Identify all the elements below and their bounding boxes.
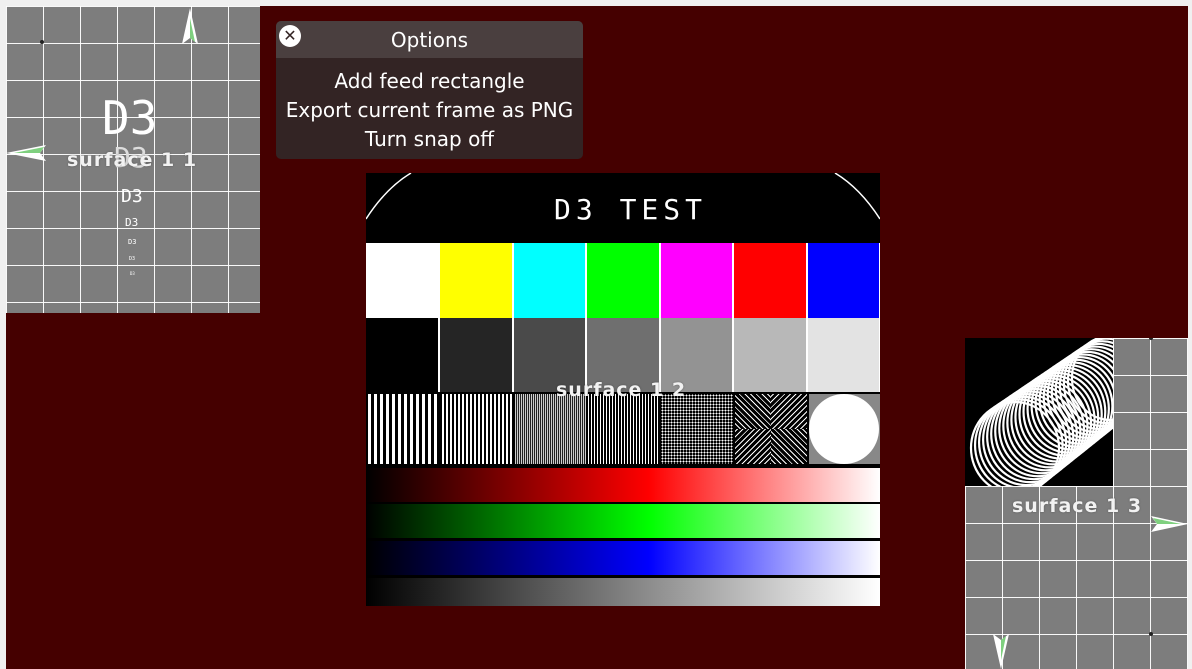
d3-text: D3 [129,256,136,262]
spiral-pattern [969,338,1113,486]
corner-handle[interactable] [1149,632,1153,636]
corner-handle[interactable] [40,40,44,44]
colour-bar [366,243,439,318]
grey-bar [366,318,439,392]
options-menu-header: ✕ Options [276,21,583,58]
stripe-medium [442,394,513,464]
red-ramp [366,468,880,502]
green-ramp [366,504,880,538]
d3-text: D3 [121,186,143,207]
stripe-fine [515,394,586,464]
surface-label: surface 1 2 [556,379,687,401]
menu-item-add-feed-rectangle[interactable]: Add feed rectangle [276,69,583,93]
surface-label: surface 1 1 [67,149,198,171]
stripe-coarse [368,394,440,464]
blue-ramp [366,541,880,575]
spiral-feed [965,338,1113,486]
menu-item-export-png[interactable]: Export current frame as PNG [276,98,583,122]
colour-bar [587,243,659,318]
white-circle [809,394,879,464]
colour-bar [660,243,733,318]
colour-bar [807,243,879,318]
colour-bars [366,243,880,318]
colour-bar [513,243,586,318]
grey-bar [807,318,879,392]
d3-text: D3 [130,271,135,276]
pattern-row [366,392,880,466]
grey-bar [440,318,512,392]
colour-bar [440,243,512,318]
d3-text-large: D3 [102,91,158,145]
d3-text-stack: D3 D3 D3 D3 D3 D3 D3 [94,91,174,291]
stripe-mixed [588,394,659,464]
drag-arrow-icon[interactable] [6,143,46,163]
diagonal-quad-overlay [771,394,807,429]
grey-bar [734,318,806,392]
diagonal-quad-overlay [735,429,771,464]
d3-text: D3 [128,238,137,246]
canvas-stage[interactable]: D3 D3 D3 D3 D3 D3 D3 surface 1 1 ✕ Optio… [6,6,1188,669]
options-menu-title: Options [390,28,469,52]
colour-bar [734,243,806,318]
d3-text: D3 [125,216,139,229]
grey-ramp [366,578,880,606]
checker-fine [661,394,733,464]
surface-1-2[interactable]: D3 TEST surface 1 2 [366,173,880,606]
options-menu: ✕ Options Add feed rectangle Export curr… [276,21,583,159]
surface-label: surface 1 3 [1012,495,1143,517]
surface-1-3[interactable]: surface 1 3 [965,338,1188,669]
drag-arrow-icon[interactable] [180,8,200,44]
menu-item-toggle-snap[interactable]: Turn snap off [276,127,583,151]
drag-arrow-icon[interactable] [991,634,1011,669]
drag-arrow-icon[interactable] [1151,514,1188,534]
test-card-title: D3 TEST [554,193,708,226]
surface-1-1[interactable]: D3 D3 D3 D3 D3 D3 D3 surface 1 1 [6,6,260,313]
